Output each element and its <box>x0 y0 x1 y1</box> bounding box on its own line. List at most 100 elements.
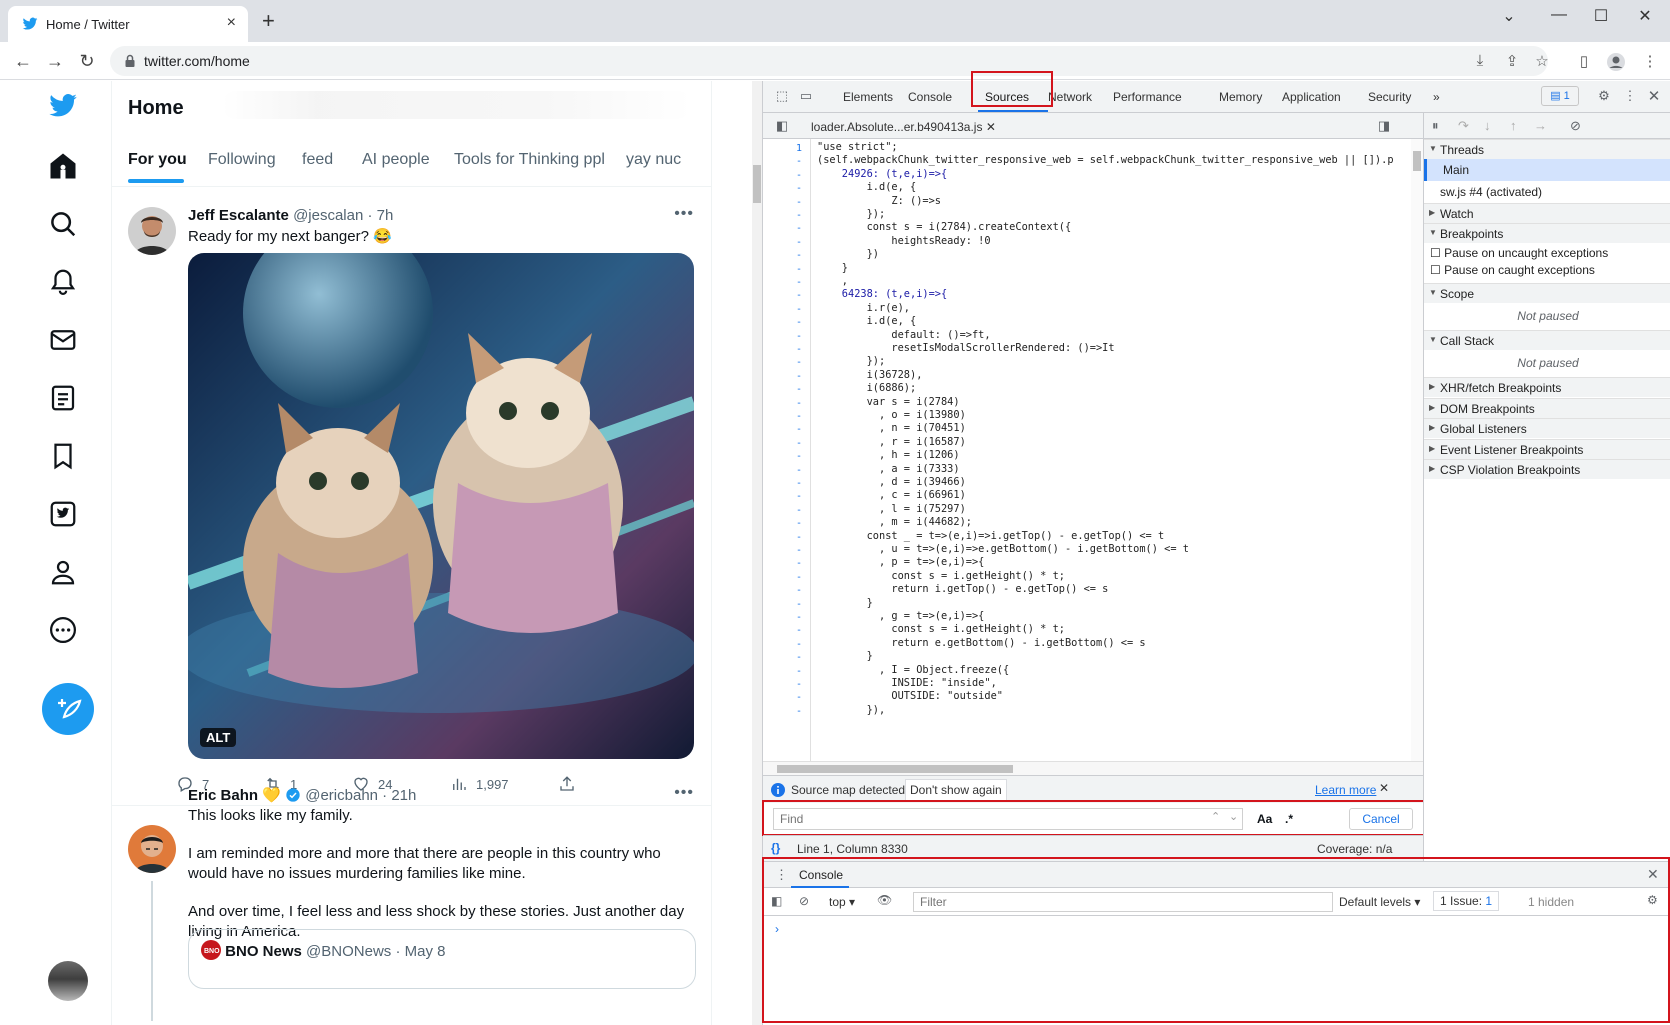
verified-badge-icon[interactable] <box>285 787 301 803</box>
line-number[interactable]: - <box>796 451 802 462</box>
scrollbar-thumb[interactable] <box>777 765 1013 773</box>
share-tweet-button[interactable] <box>558 775 584 793</box>
inspect-element-icon[interactable]: ⬚ <box>773 88 791 104</box>
code-line[interactable]: const _ = t=>(e,i)=>i.getTop() - e.getTo… <box>817 530 1165 542</box>
line-number[interactable]: - <box>796 599 802 610</box>
line-number[interactable]: - <box>796 518 802 529</box>
scrollbar-thumb[interactable] <box>1413 151 1421 171</box>
code-editor[interactable]: 1 - - - - - - - - - - - - - - - - - - - - - - - - - - - - - - - - - - - - - - -… <box>763 139 1423 761</box>
editor-horizontal-scrollbar[interactable] <box>763 761 1423 775</box>
context-selector[interactable]: top ▾ <box>829 895 855 909</box>
twitter-blue-icon[interactable] <box>48 499 78 529</box>
minimize-icon[interactable]: — <box>1544 6 1574 30</box>
messages-envelope-icon[interactable] <box>48 325 78 355</box>
console-prompt[interactable]: › <box>775 922 779 936</box>
line-number[interactable]: - <box>796 612 802 623</box>
line-number[interactable]: - <box>796 197 802 208</box>
xhr-breakpoints-header[interactable]: ▶ XHR/fetch Breakpoints <box>1424 377 1670 397</box>
console-filter-input[interactable] <box>913 892 1333 912</box>
compose-tweet-button[interactable] <box>42 683 94 735</box>
more-circle-icon[interactable] <box>48 615 78 645</box>
quoted-author-name[interactable]: BNO News <box>225 943 302 960</box>
close-infobar-icon[interactable]: ✕ <box>1379 781 1389 795</box>
code-line[interactable]: , n = i(70451) <box>817 422 966 434</box>
console-settings-gear-icon[interactable]: ⚙ <box>1647 893 1658 907</box>
code-line[interactable]: INSIDE: "inside", <box>817 677 996 689</box>
line-number[interactable]: - <box>796 424 802 435</box>
line-number[interactable]: - <box>796 545 802 556</box>
author-name[interactable]: Jeff Escalante <box>188 207 289 224</box>
line-number[interactable]: - <box>796 210 802 221</box>
line-number[interactable]: - <box>796 625 802 636</box>
line-number[interactable]: - <box>796 652 802 663</box>
code-line[interactable]: const s = i.getHeight() * t; <box>817 623 1065 635</box>
close-tab-icon[interactable]: × <box>227 14 236 32</box>
live-expression-eye-icon[interactable]: 👁 <box>877 893 892 907</box>
find-next-icon[interactable]: ⌄ <box>1229 810 1238 823</box>
editor-vertical-scrollbar[interactable] <box>1411 139 1423 761</box>
call-stack-section-header[interactable]: ▼ Call Stack <box>1424 330 1670 350</box>
more-tabs-icon[interactable]: » <box>1433 90 1440 104</box>
issues-counter-button[interactable]: 1 Issue: 1 <box>1433 891 1500 911</box>
line-number[interactable]: - <box>796 666 802 677</box>
lists-icon[interactable] <box>48 383 78 413</box>
code-line[interactable]: }) <box>817 248 879 260</box>
watch-section-header[interactable]: ▶ Watch <box>1424 203 1670 223</box>
install-icon[interactable]: ⤓ <box>1470 52 1490 72</box>
dom-breakpoints-header[interactable]: ▶ DOM Breakpoints <box>1424 398 1670 418</box>
drawer-menu-icon[interactable]: ⋮ <box>775 867 788 883</box>
tab-elements[interactable]: Elements <box>843 90 893 104</box>
more-options-icon[interactable]: ••• <box>674 205 694 223</box>
code-line[interactable]: , I = Object.freeze({ <box>817 664 1009 676</box>
line-number[interactable]: - <box>796 264 802 275</box>
tab-for-you[interactable]: For you <box>128 151 187 169</box>
tweet-image[interactable]: ALT <box>188 253 694 759</box>
line-gutter[interactable]: 1 - - - - - - - - - - - - - - - - - - - - - - - - - - - - - - - - - - - - - - -… <box>763 139 811 761</box>
code-line[interactable]: , r = i(16587) <box>817 436 966 448</box>
line-number[interactable]: - <box>796 290 802 301</box>
code-line[interactable]: (self.webpackChunk_twitter_responsive_we… <box>817 154 1394 166</box>
code-line[interactable]: heightsReady: !0 <box>817 235 990 247</box>
bookmarks-icon[interactable] <box>48 441 78 471</box>
scrollbar-thumb[interactable] <box>753 165 761 203</box>
thread-sw-label[interactable]: sw.js #4 (activated) <box>1440 185 1542 199</box>
console-sidebar-icon[interactable]: ◧ <box>771 894 782 908</box>
code-line[interactable]: }); <box>817 355 886 367</box>
deactivate-breakpoints-icon[interactable]: ⊘ <box>1570 118 1581 134</box>
tab-ai-people[interactable]: AI people <box>362 151 430 169</box>
issues-badge[interactable]: ▤ 1 <box>1541 86 1579 106</box>
line-number[interactable]: - <box>796 679 802 690</box>
code-line[interactable]: i.d(e, { <box>817 315 917 327</box>
code-line[interactable]: const s = i.getHeight() * t; <box>817 570 1065 582</box>
code-line[interactable]: } <box>817 650 873 662</box>
pause-icon[interactable]: ⏸ <box>1432 118 1439 134</box>
more-options-icon[interactable]: ••• <box>674 784 694 802</box>
author-handle[interactable]: @jescalan · 7h <box>293 207 393 224</box>
line-number[interactable]: - <box>796 344 802 355</box>
back-icon[interactable]: ← <box>10 48 36 74</box>
code-line[interactable]: i(36728), <box>817 369 923 381</box>
line-number[interactable]: - <box>796 170 802 181</box>
find-previous-icon[interactable]: ⌃ <box>1211 810 1220 823</box>
line-number[interactable]: - <box>796 398 802 409</box>
code-line[interactable]: return e.getBottom() - i.getBottom() <= … <box>817 637 1145 649</box>
code-line[interactable]: "use strict"; <box>817 141 898 153</box>
forward-icon[interactable]: → <box>42 48 68 74</box>
toggle-navigator-icon[interactable]: ◧ <box>773 118 791 134</box>
close-window-icon[interactable]: ✕ <box>1630 6 1660 30</box>
code-line[interactable]: return i.getTop() - e.getTop() <= s <box>817 583 1108 595</box>
code-line[interactable]: Z: ()=>s <box>817 195 941 207</box>
code-line[interactable]: , p = t=>(e,i)=>{ <box>817 556 984 568</box>
code-line[interactable]: const s = i(2784).createContext({ <box>817 221 1072 233</box>
line-number[interactable]: - <box>796 237 802 248</box>
line-number[interactable]: 1 <box>796 143 802 154</box>
code-line[interactable]: default: ()=>ft, <box>817 329 990 341</box>
maximize-icon[interactable]: ☐ <box>1586 6 1616 30</box>
code-line[interactable]: , o = i(13980) <box>817 409 966 421</box>
code-line[interactable]: , u = t=>(e,i)=>e.getBottom() - i.getBot… <box>817 543 1189 555</box>
step-into-icon[interactable]: ↓ <box>1484 118 1491 133</box>
event-listener-breakpoints-header[interactable]: ▶ Event Listener Breakpoints <box>1424 439 1670 459</box>
code-line[interactable]: , h = i(1206) <box>817 449 960 461</box>
tab-memory[interactable]: Memory <box>1219 90 1262 104</box>
source-file-tab[interactable]: loader.Absolute...er.b490413a.js ✕ <box>811 120 996 134</box>
